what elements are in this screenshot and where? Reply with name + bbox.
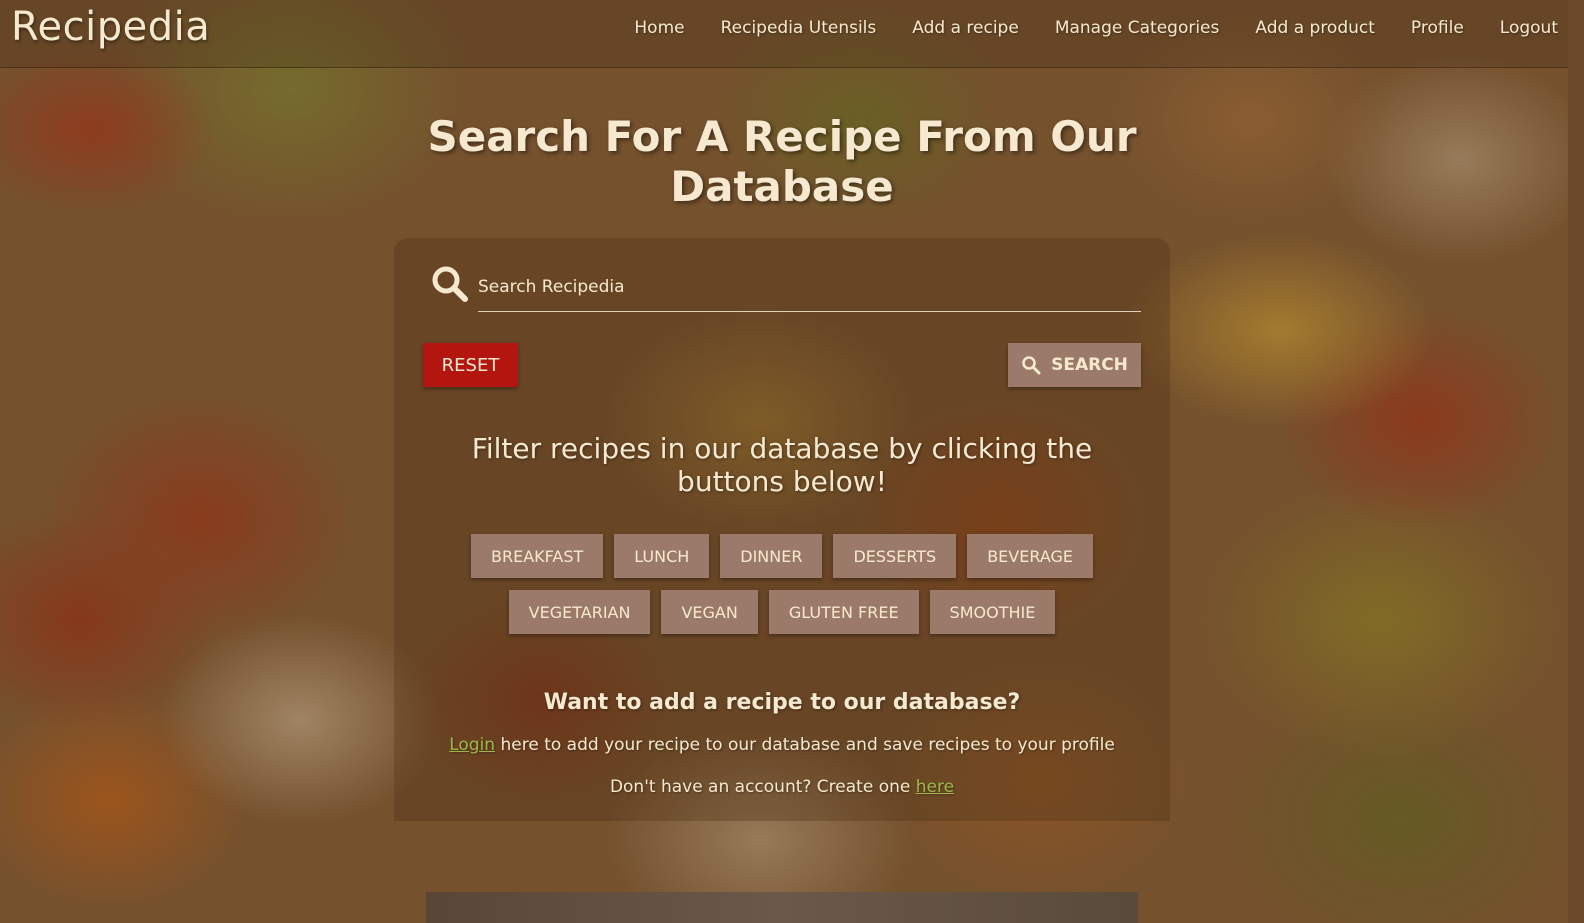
next-section-image <box>426 892 1138 923</box>
filter-desserts-button[interactable]: DESSERTS <box>833 534 957 578</box>
page-title: Search For A Recipe From Our Database <box>427 112 1137 211</box>
nav-add-product[interactable]: Add a product <box>1237 18 1393 38</box>
reset-button[interactable]: RESET <box>423 343 518 387</box>
search-button-icon <box>1022 356 1041 375</box>
brand-logo[interactable]: Recipedia <box>11 4 210 50</box>
nav-profile[interactable]: Profile <box>1393 18 1482 38</box>
search-row <box>430 260 1141 314</box>
filter-heading: Filter recipes in our database by clicki… <box>471 432 1093 498</box>
search-icon <box>430 264 470 304</box>
filter-breakfast-button[interactable]: BREAKFAST <box>471 534 604 578</box>
login-link[interactable]: Login <box>449 735 495 755</box>
filter-lunch-button[interactable]: LUNCH <box>614 534 710 578</box>
filter-gluten-free-button[interactable]: GLUTEN FREE <box>768 590 919 634</box>
filter-row-2: VEGETARIAN VEGAN GLUTEN FREE SMOOTHIE <box>394 590 1170 634</box>
signup-prompt: Don't have an account? Create one here <box>394 777 1170 797</box>
login-prompt-text: here to add your recipe to our database … <box>495 735 1115 755</box>
nav-utensils[interactable]: Recipedia Utensils <box>703 18 895 38</box>
filter-beverage-button[interactable]: BEVERAGE <box>967 534 1093 578</box>
filter-row-1: BREAKFAST LUNCH DINNER DESSERTS BEVERAGE <box>394 534 1170 578</box>
search-input[interactable] <box>478 270 1141 312</box>
filter-vegan-button[interactable]: VEGAN <box>661 590 758 634</box>
nav-manage-categories[interactable]: Manage Categories <box>1037 18 1238 38</box>
search-button[interactable]: SEARCH <box>1008 343 1141 387</box>
filter-smoothie-button[interactable]: SMOOTHIE <box>929 590 1056 634</box>
signup-prompt-text: Don't have an account? Create one <box>609 777 916 797</box>
search-button-label: SEARCH <box>1051 355 1128 375</box>
nav-add-recipe[interactable]: Add a recipe <box>894 18 1037 38</box>
nav-logout[interactable]: Logout <box>1482 18 1568 38</box>
filter-dinner-button[interactable]: DINNER <box>720 534 823 578</box>
add-recipe-heading: Want to add a recipe to our database? <box>543 690 1021 715</box>
nav-links: Home Recipedia Utensils Add a recipe Man… <box>616 0 1568 56</box>
signup-link[interactable]: here <box>916 777 954 797</box>
login-prompt: Login here to add your recipe to our dat… <box>394 735 1170 755</box>
search-panel: RESET SEARCH Filter recipes in our datab… <box>394 238 1170 821</box>
nav-home[interactable]: Home <box>616 18 702 38</box>
navbar: Recipedia Home Recipedia Utensils Add a … <box>0 0 1568 68</box>
filter-vegetarian-button[interactable]: VEGETARIAN <box>508 590 651 634</box>
